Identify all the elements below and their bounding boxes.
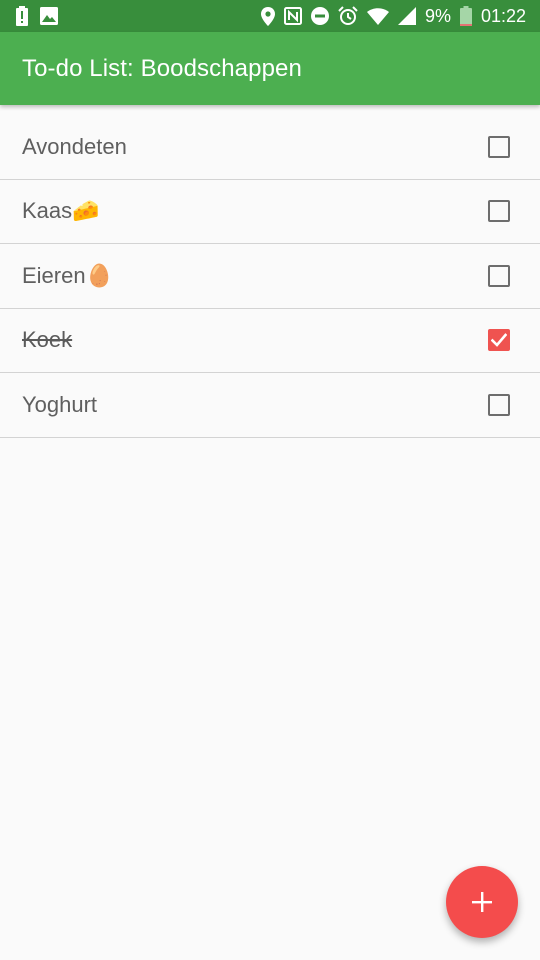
checkbox[interactable]: [488, 329, 510, 352]
cell-signal-icon: [397, 7, 416, 25]
status-left: [16, 6, 58, 26]
alarm-icon: [338, 6, 358, 26]
clock: 01:22: [480, 6, 526, 26]
image-icon: [40, 7, 58, 25]
list-item[interactable]: Kaas🧀: [0, 179, 540, 244]
list-item[interactable]: Avondeten: [0, 115, 540, 180]
checkbox[interactable]: [488, 393, 510, 416]
checkbox[interactable]: [488, 135, 510, 158]
list-item[interactable]: Yoghurt: [0, 373, 540, 438]
checkbox[interactable]: [488, 264, 510, 287]
status-right: 9% 01:22: [260, 6, 526, 26]
nfc-icon: [283, 7, 302, 25]
add-item-button[interactable]: [446, 866, 518, 938]
checkbox[interactable]: [488, 200, 510, 223]
battery-percent: 9%: [424, 6, 451, 26]
list-item-label: Avondeten: [22, 133, 127, 159]
list-item-label: Eieren🥚: [22, 262, 113, 288]
list-item[interactable]: Eieren🥚: [0, 244, 540, 309]
checkmark-icon: [491, 333, 507, 348]
page-title: To-do List: Boodschappen: [22, 54, 302, 82]
do-not-disturb-icon: [310, 7, 329, 25]
location-icon: [260, 6, 275, 26]
battery-alert-icon: [16, 6, 28, 26]
app-bar: To-do List: Boodschappen: [0, 32, 540, 105]
battery-icon: [459, 6, 472, 26]
plus-icon: [472, 892, 492, 912]
todo-list: Avondeten Kaas🧀 Eieren🥚 Koek Yoghurt: [0, 115, 540, 438]
wifi-icon: [366, 7, 389, 25]
list-item-label: Yoghurt: [22, 391, 98, 417]
list-item-label: Koek: [22, 327, 73, 353]
list-item[interactable]: Koek: [0, 308, 540, 373]
status-bar: 9% 01:22: [0, 0, 540, 32]
list-item-label: Kaas🧀: [22, 198, 100, 224]
screen: 9% 01:22 To-do List: Boodschappen Avonde…: [0, 0, 540, 960]
